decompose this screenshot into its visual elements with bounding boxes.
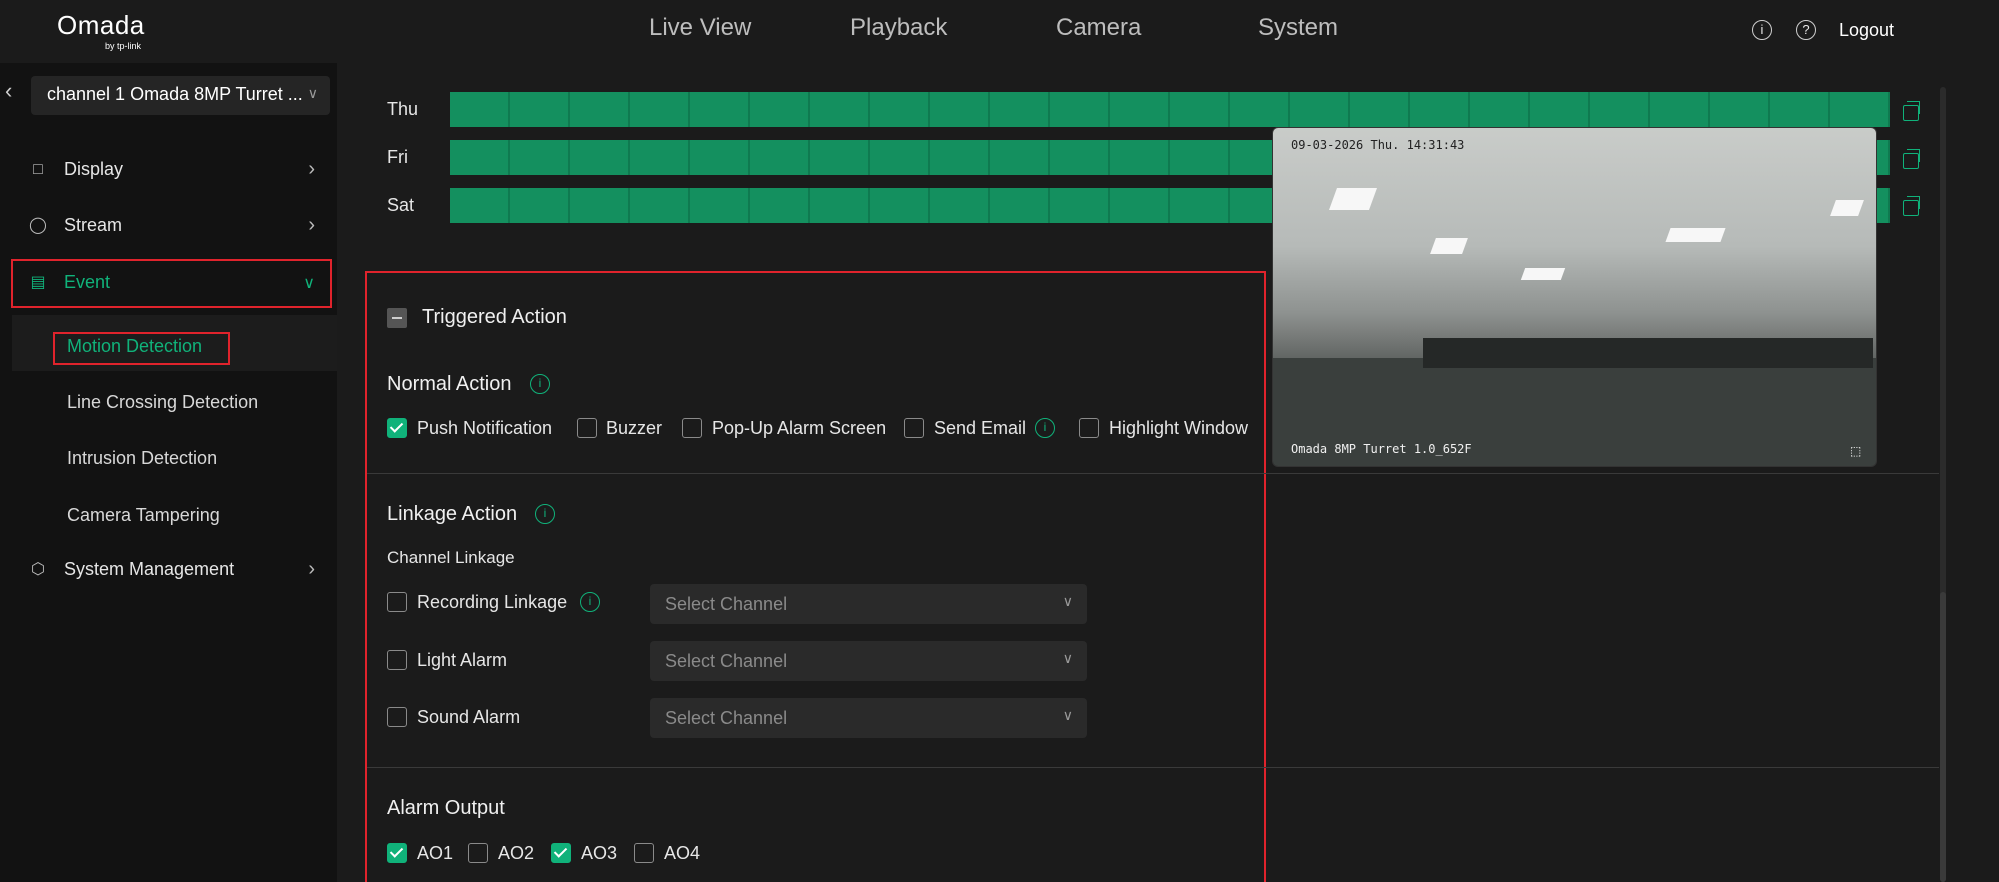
nav-playback[interactable]: Playback (850, 14, 947, 42)
section-divider (367, 473, 1939, 474)
event-highlight-box (11, 259, 332, 308)
info-icon[interactable]: i (530, 374, 550, 394)
info-icon[interactable]: i (1035, 418, 1055, 438)
ao4-label: AO4 (664, 843, 701, 863)
send-email-checkbox[interactable] (904, 418, 924, 438)
logout-button[interactable]: Logout (1839, 20, 1894, 41)
day-label-thu: Thu (387, 99, 419, 119)
recording-linkage-select[interactable]: Select Channel ∨ (650, 584, 1087, 624)
ao2-label: AO2 (498, 843, 535, 863)
ao1-checkbox[interactable] (387, 843, 407, 863)
ao3-checkbox[interactable] (551, 843, 571, 863)
back-chevron-icon[interactable]: ‹ (5, 78, 12, 104)
section-divider (367, 767, 1939, 768)
triggered-action-title: Triggered Action (422, 306, 567, 328)
light-alarm-checkbox[interactable] (387, 650, 407, 670)
help-icon[interactable]: ? (1796, 20, 1816, 40)
recording-linkage-checkbox[interactable] (387, 592, 407, 612)
buzzer-checkbox[interactable] (577, 418, 597, 438)
info-icon[interactable]: i (1752, 20, 1772, 40)
light-alarm-select[interactable]: Select Channel ∨ (650, 641, 1087, 681)
push-notification-checkbox[interactable] (387, 418, 407, 438)
sidebar-item-display[interactable]: □ Display › (0, 148, 337, 192)
scrollbar-thumb[interactable] (1940, 592, 1946, 882)
nav-live-view[interactable]: Live View (649, 14, 751, 42)
send-email-label: Send Email (934, 418, 1027, 438)
channel-select[interactable]: channel 1 Omada 8MP Turret ... ∨ (31, 76, 330, 115)
recording-linkage-label: Recording Linkage (417, 592, 568, 612)
schedule-bar-thu[interactable] (450, 92, 1890, 127)
sidebar-item-line-crossing[interactable]: Line Crossing Detection (67, 392, 258, 413)
normal-action-title: Normal Action (387, 373, 512, 395)
info-icon[interactable]: i (535, 504, 555, 524)
chevron-right-icon: › (308, 558, 315, 580)
chevron-down-icon: ∨ (1062, 593, 1073, 609)
copy-icon[interactable] (1903, 196, 1920, 216)
content-scrollbar[interactable] (1940, 87, 1946, 882)
alarm-output-title: Alarm Output (387, 797, 505, 819)
light-alarm-label: Light Alarm (417, 650, 508, 670)
monitor-icon: □ (33, 161, 43, 178)
nav-camera[interactable]: Camera (1056, 14, 1141, 42)
collapse-toggle-icon[interactable] (387, 308, 407, 328)
stream-icon: ◯ (29, 217, 47, 234)
day-label-fri: Fri (387, 147, 408, 167)
fullscreen-icon[interactable]: ⬚ (1850, 444, 1864, 458)
sidebar-item-system-management[interactable]: ⬡ System Management › (0, 548, 337, 592)
camera-timestamp: 09-03-2026 Thu. 14:31:43 (1291, 138, 1465, 152)
camera-preview[interactable]: 09-03-2026 Thu. 14:31:43 Omada 8MP Turre… (1272, 127, 1877, 467)
ao1-label: AO1 (417, 843, 454, 863)
chevron-down-icon: ∨ (307, 85, 318, 101)
popup-alarm-label: Pop-Up Alarm Screen (712, 418, 887, 438)
sidebar-item-camera-tampering[interactable]: Camera Tampering (67, 505, 220, 526)
top-bar: Omada by tp-link Live View Playback Came… (0, 0, 1999, 63)
highlight-window-checkbox[interactable] (1079, 418, 1099, 438)
copy-icon[interactable] (1903, 149, 1920, 169)
sound-alarm-checkbox[interactable] (387, 707, 407, 727)
ao2-checkbox[interactable] (468, 843, 488, 863)
popup-alarm-checkbox[interactable] (682, 418, 702, 438)
ceiling-light (1665, 228, 1726, 242)
highlight-window-label: Highlight Window (1109, 418, 1249, 438)
nav-system[interactable]: System (1258, 14, 1338, 42)
chevron-right-icon: › (308, 214, 315, 236)
ceiling-light (1328, 188, 1378, 210)
ceiling-light (1520, 268, 1566, 280)
ceiling-light (1830, 200, 1864, 216)
sidebar-item-stream[interactable]: ◯ Stream › (0, 204, 337, 248)
ao4-checkbox[interactable] (634, 843, 654, 863)
buzzer-label: Buzzer (606, 418, 663, 438)
channel-linkage-label: Channel Linkage (387, 548, 515, 567)
gear-icon: ⬡ (31, 561, 45, 578)
ceiling-light (1430, 238, 1468, 254)
push-notification-label: Push Notification (417, 418, 553, 438)
copy-icon[interactable] (1903, 101, 1920, 121)
sound-alarm-label: Sound Alarm (417, 707, 521, 727)
sound-alarm-select[interactable]: Select Channel ∨ (650, 698, 1087, 738)
chevron-right-icon: › (308, 158, 315, 180)
triggered-action-highlight-box (365, 271, 1266, 882)
info-icon[interactable]: i (580, 592, 600, 612)
desk-row (1423, 338, 1873, 368)
ao3-label: AO3 (581, 843, 618, 863)
chevron-down-icon: ∨ (1062, 707, 1073, 723)
sidebar-item-intrusion[interactable]: Intrusion Detection (67, 448, 217, 469)
day-label-sat: Sat (387, 195, 415, 215)
chevron-down-icon: ∨ (1062, 650, 1073, 666)
linkage-action-title: Linkage Action (387, 503, 518, 525)
omada-logo[interactable]: Omada by tp-link (57, 11, 157, 51)
camera-name-overlay: Omada 8MP Turret 1.0_652F (1291, 442, 1472, 456)
motion-detection-highlight-box (53, 332, 230, 365)
